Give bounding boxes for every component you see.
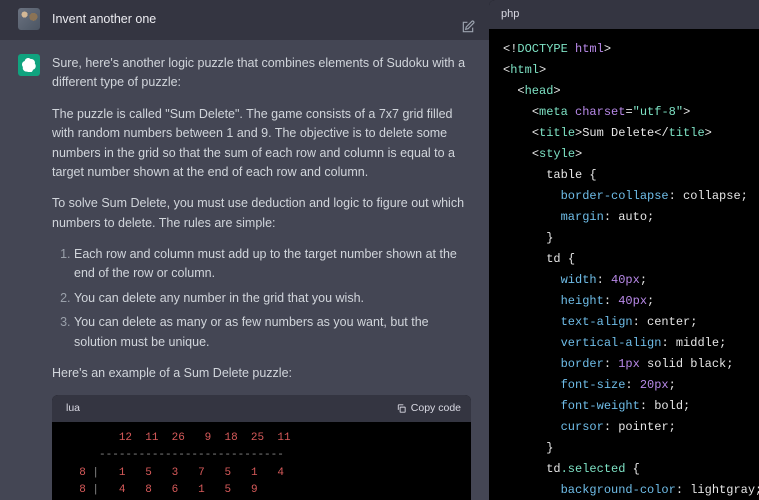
- edit-icon[interactable]: [461, 20, 475, 34]
- assistant-avatar: [18, 54, 40, 76]
- inner-code-content: 12 11 26 9 18 25 11 --------------------…: [52, 422, 471, 500]
- copy-icon: [396, 403, 407, 414]
- inner-code-lang: lua: [66, 400, 80, 416]
- code-pane-lang: php: [489, 0, 759, 29]
- chat-pane: Invent another one Sure, here's another …: [0, 0, 489, 500]
- assistant-message: Sure, here's another logic puzzle that c…: [0, 40, 489, 500]
- assistant-para1: The puzzle is called "Sum Delete". The g…: [52, 105, 471, 183]
- list-item: You can delete as many or as few numbers…: [74, 313, 471, 352]
- code-pane: php <!DOCTYPE html> <html> <head> <meta …: [489, 0, 759, 500]
- list-item: Each row and column must add up to the t…: [74, 245, 471, 284]
- assistant-intro: Sure, here's another logic puzzle that c…: [52, 54, 471, 93]
- inner-code-header: lua Copy code: [52, 395, 471, 421]
- copy-code-button[interactable]: Copy code: [396, 400, 461, 416]
- assistant-body: Sure, here's another logic puzzle that c…: [52, 54, 471, 500]
- user-avatar: [18, 8, 40, 30]
- copy-code-label: Copy code: [411, 400, 461, 416]
- example-lead: Here's an example of a Sum Delete puzzle…: [52, 364, 471, 383]
- assistant-para2: To solve Sum Delete, you must use deduct…: [52, 194, 471, 233]
- list-item: You can delete any number in the grid th…: [74, 289, 471, 308]
- rules-list: Each row and column must add up to the t…: [58, 245, 471, 352]
- user-message: Invent another one: [0, 0, 489, 40]
- code-pane-content: <!DOCTYPE html> <html> <head> <meta char…: [489, 29, 759, 500]
- inner-code-block: lua Copy code 12 11 26 9 18 25 11 ------…: [52, 395, 471, 500]
- user-prompt-text: Invent another one: [52, 8, 471, 29]
